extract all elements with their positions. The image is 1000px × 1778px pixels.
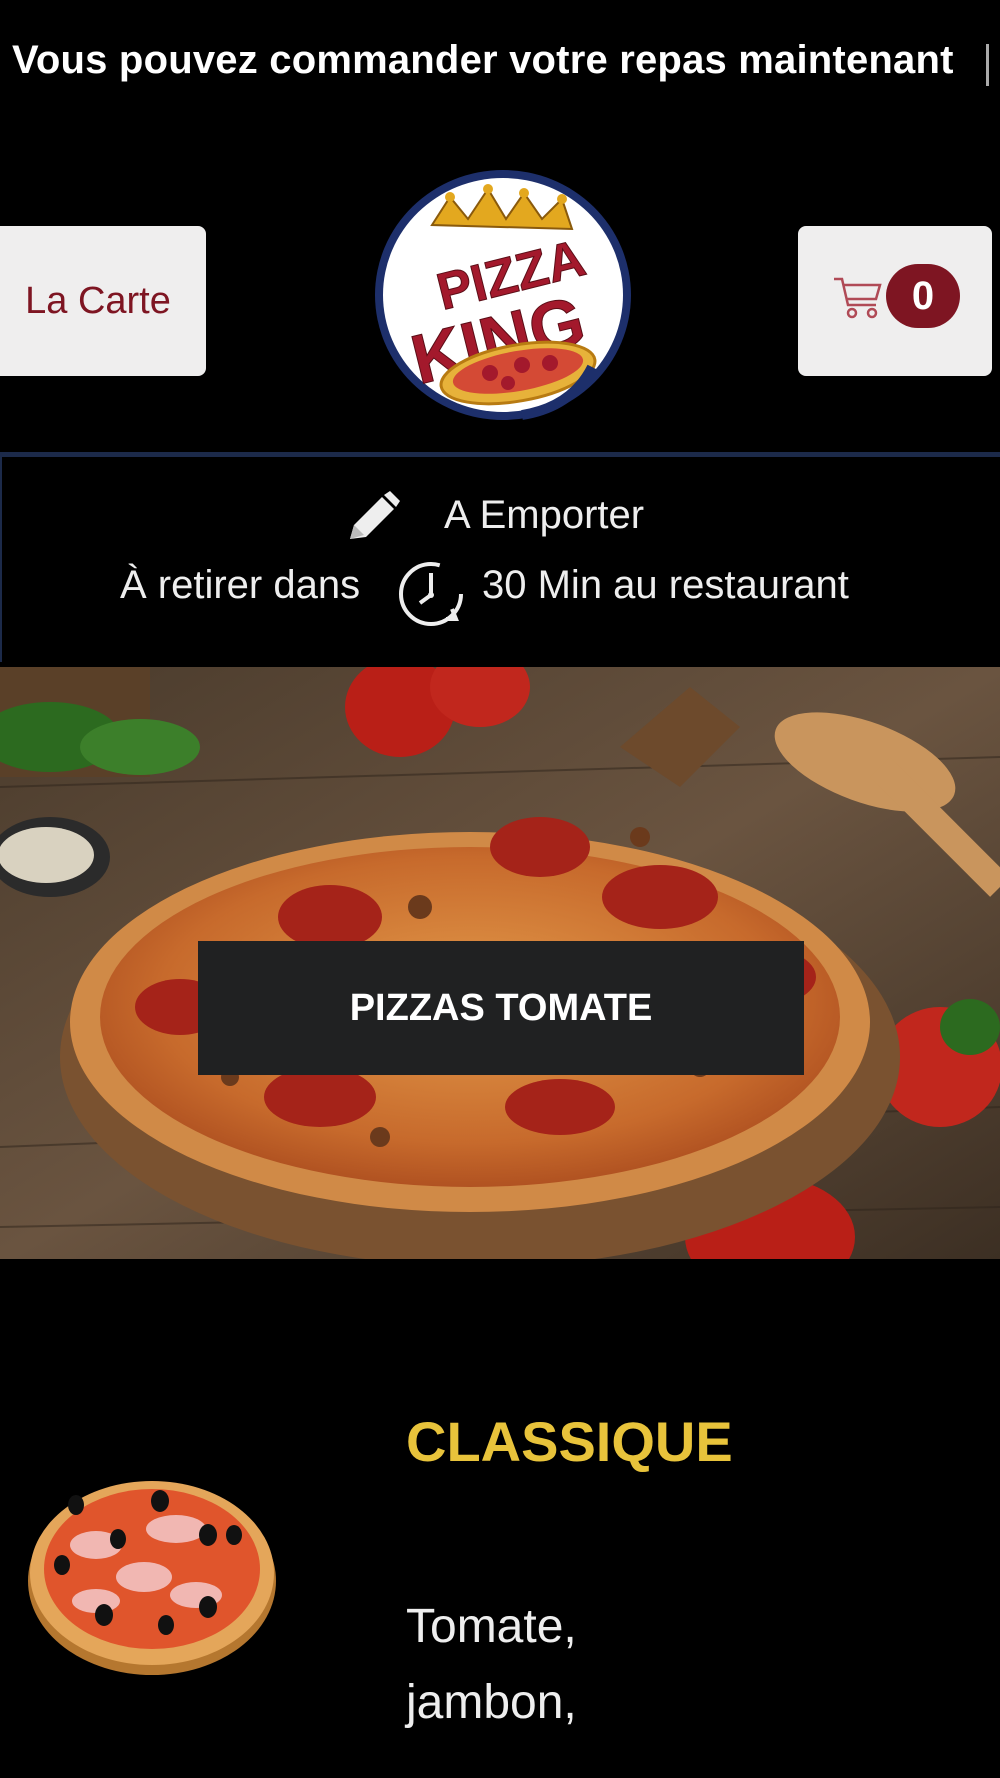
pencil-icon (350, 491, 400, 539)
announcement-bar: Vous pouvez commander votre repas mainte… (0, 0, 1000, 125)
pizza-classique-image (28, 1481, 276, 1675)
order-info[interactable]: A Emporter À retirer dans 30 Min au rest… (0, 457, 1000, 662)
product-card[interactable]: CLASSIQUE Tomate, jambon, (0, 1259, 1000, 1778)
logo-image: PIZZA KING (375, 170, 631, 420)
text-cursor (986, 44, 989, 86)
menu-button[interactable]: La Carte (0, 226, 206, 376)
product-description-line: Tomate, (406, 1600, 577, 1653)
product-name: CLASSIQUE (406, 1410, 733, 1473)
category-hero[interactable]: PIZZAS TOMATE (0, 667, 1000, 1259)
cart-icon (834, 277, 882, 319)
cart-button[interactable]: 0 (798, 226, 992, 376)
header: La Carte PIZZA KING 0 (0, 125, 1000, 455)
announcement-text: Vous pouvez commander votre repas mainte… (12, 38, 954, 82)
product-description: Tomate, jambon, (406, 1589, 806, 1741)
cart-count-badge: 0 (886, 264, 960, 328)
order-mode: A Emporter (444, 493, 645, 537)
category-button-pizzas-tomate[interactable]: PIZZAS TOMATE (198, 941, 804, 1075)
clock-icon (399, 562, 463, 626)
pickup-prefix: À retirer dans (120, 563, 361, 607)
pickup-time: 30 Min au restaurant (482, 563, 849, 607)
product-description-line: jambon, (406, 1676, 577, 1729)
logo[interactable]: PIZZA KING (372, 167, 634, 423)
